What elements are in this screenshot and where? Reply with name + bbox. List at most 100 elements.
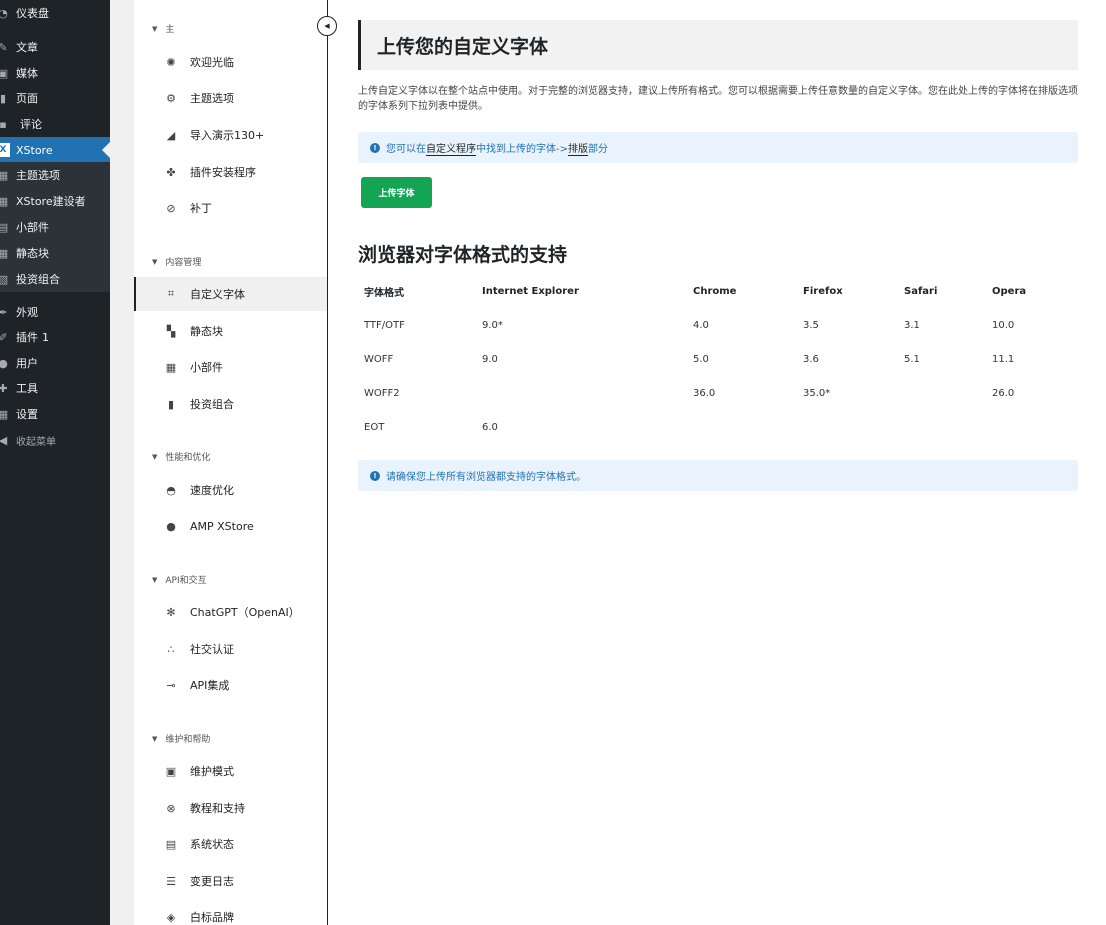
submenu-static-blocks[interactable]: ▦ 静态块 [0,240,110,266]
nav-chatgpt[interactable]: ✻ ChatGPT（OpenAI） [134,595,327,629]
header-ie: Internet Explorer [482,285,579,297]
table-cell: 4.0 [693,319,709,331]
table-cell: 11.1 [992,353,1015,365]
table-cell: 6.0 [482,421,498,433]
upload-font-button[interactable]: 上传字体 [361,177,432,208]
openai-icon: ✻ [166,605,176,619]
nav-social-auth[interactable]: ∴ 社交认证 [134,632,327,666]
caret-down-icon: ▼ [152,24,158,33]
tag-icon: ◈ [166,910,176,924]
browser-support-table: 字体格式 Internet Explorer Chrome Firefox Sa… [358,274,1076,444]
blocks-icon: ▚ [166,324,176,338]
menu-posts[interactable]: ✎ 文章 [0,34,110,60]
welcome-icon: ✺ [166,55,176,69]
header-format: 字体格式 [364,287,404,299]
menu-comments[interactable]: ▪ 评论 [0,111,110,137]
table-cell [797,410,898,444]
menu-settings[interactable]: ▦ 设置 [0,401,110,427]
table-row: TTF/OTF 9.0* 4.0 3.5 3.1 10.0 [358,308,1076,342]
nav-maintenance-mode[interactable]: ▣ 维护模式 [134,754,327,788]
puzzle-icon: ✤ [166,165,176,179]
table-cell: TTF/OTF [364,319,405,331]
settings-icon: ▦ [0,407,9,421]
wrench-icon: ✚ [0,381,8,395]
header-firefox: Firefox [803,285,843,297]
nav-patches[interactable]: ⊘ 补丁 [134,191,327,225]
menu-pages[interactable]: ▮ 页面 [0,85,110,111]
arrow-left-icon: ◀ [324,22,330,30]
submenu-portfolio[interactable]: ▧ 投资组合 [0,266,110,292]
collapse-nav-toggle[interactable]: ◀ [317,16,337,36]
gutter [110,0,134,925]
users-icon: ∴ [167,642,175,656]
grid-icon: ▦ [0,168,9,182]
typography-link[interactable]: 排版 [568,140,588,156]
table-cell: 5.1 [904,353,920,365]
collapse-icon: ◀ [0,433,8,447]
pin-icon: ✎ [0,40,8,54]
xstore-icon: X [0,143,10,157]
nav-api-integration[interactable]: ⊸ API集成 [134,668,327,702]
menu-tools[interactable]: ✚ 工具 [0,375,110,401]
nav-tutorials[interactable]: ⊗ 教程和支持 [134,791,327,825]
nav-custom-fonts[interactable]: ⌗ 自定义字体 [134,277,327,311]
portfolio-icon: ▮ [167,397,175,411]
table-row: WOFF2 36.0 35.0* 26.0 [358,376,1076,410]
table-cell: 26.0 [992,387,1015,399]
menu-plugins[interactable]: ✐ 插件 1 [0,324,110,350]
menu-xstore[interactable]: X XStore [0,137,110,163]
section-performance[interactable]: ▼ 性能和优化 [152,450,210,464]
section-main[interactable]: ▼ 主 [152,22,174,36]
nav-portfolio[interactable]: ▮ 投资组合 [134,387,327,421]
info-icon: ! [370,142,380,153]
nav-static-blocks[interactable]: ▚ 静态块 [134,314,327,348]
submenu-widgets[interactable]: ▤ 小部件 [0,214,110,240]
submenu-builder[interactable]: ▦ XStore建设者 [0,188,110,214]
menu-dashboard[interactable]: ◔ 仪表盘 [0,0,110,26]
info-notice-customizer: ! 您可以在 自定义程序 中找到上传的字体-> 排版 部分 [358,132,1078,163]
collapse-menu[interactable]: ◀ 收起菜单 [0,427,110,453]
table-header-row: 字体格式 Internet Explorer Chrome Firefox Sa… [358,274,1076,308]
nav-plugin-installer[interactable]: ✤ 插件安装程序 [134,155,327,189]
table-cell: 36.0 [693,387,716,399]
gear-icon: ⚙ [166,91,176,105]
nav-speed[interactable]: ◓ 速度优化 [134,473,327,507]
customizer-link[interactable]: 自定义程序 [426,140,476,156]
nav-system-status[interactable]: ▤ 系统状态 [134,827,327,861]
menu-media[interactable]: ▣ 媒体 [0,60,110,86]
lifebuoy-icon: ⊗ [166,801,176,815]
nav-import-demos[interactable]: ◢ 导入演示130+ [134,118,327,152]
menu-appearance[interactable]: ✒ 外观 [0,299,110,325]
table-cell: 9.0* [482,319,503,331]
table-cell [898,410,986,444]
nav-theme-options[interactable]: ⚙ 主题选项 [134,81,327,115]
support-heading: 浏览器对字体格式的支持 [358,244,568,266]
media-icon: ▣ [0,66,9,80]
table-cell: 10.0 [992,319,1015,331]
menu-users[interactable]: ● 用户 [0,350,110,376]
grid-icon: ▦ [0,194,9,208]
nav-widgets[interactable]: ▦ 小部件 [134,350,327,384]
table-row: WOFF 9.0 5.0 3.6 5.1 11.1 [358,342,1076,376]
widgets-icon: ▦ [165,360,177,374]
submenu-theme-options[interactable]: ▦ 主题选项 [0,162,110,188]
portfolio-icon: ▧ [0,272,9,286]
header-opera: Opera [992,285,1027,297]
nav-changelog[interactable]: ☰ 变更日志 [134,864,327,898]
section-maintenance[interactable]: ▼ 维护和帮助 [152,732,210,746]
table-cell: 5.0 [693,353,709,365]
table-cell: 3.6 [803,353,819,365]
gauge-icon: ◓ [166,483,176,497]
nav-white-label[interactable]: ◈ 白标品牌 [134,900,327,925]
nav-amp[interactable]: ● AMP XStore [134,509,327,543]
page-description: 上传自定义字体以在整个站点中使用。对于完整的浏览器支持，建议上传所有格式。您可以… [358,86,1078,112]
page-title: 上传您的自定义字体 [358,20,1078,70]
table-cell: WOFF2 [364,387,400,399]
amp-icon: ● [166,519,176,533]
section-api[interactable]: ▼ API和交互 [152,573,207,587]
nav-welcome[interactable]: ✺ 欢迎光临 [134,45,327,79]
widget-icon: ▤ [0,220,9,234]
caret-down-icon: ▼ [152,452,158,461]
section-content[interactable]: ▼ 内容管理 [152,255,201,269]
info-notice-formats: ! 请确保您上传所有浏览器都支持的字体格式。 [358,460,1078,491]
